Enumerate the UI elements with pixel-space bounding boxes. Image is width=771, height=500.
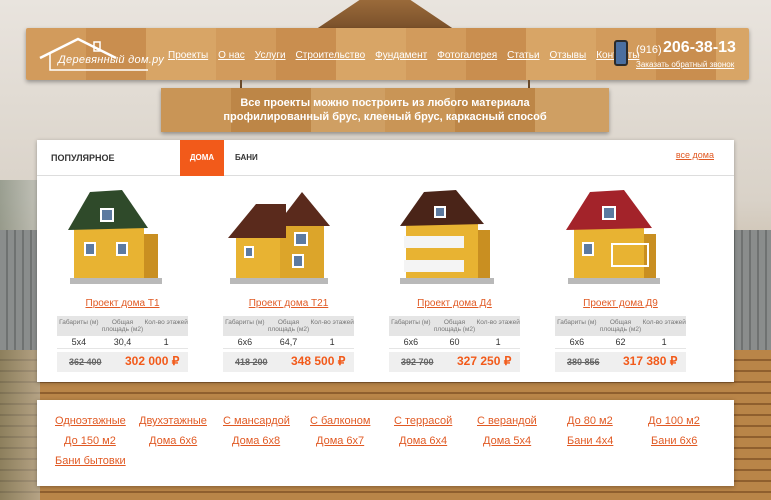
project-card: Проект дома Т21 Габариты (м) Общая площа… [211, 186, 366, 376]
spec-header-size: Габариты (м) [391, 319, 431, 326]
new-price: 302 000 ₽ [125, 354, 180, 368]
site-logo[interactable]: Деревянный дом.ру [38, 36, 164, 74]
project-name-link[interactable]: Проект дома Д4 [377, 298, 532, 309]
house-image[interactable] [558, 186, 668, 291]
price-row: 362 400 302 000 ₽ [57, 352, 188, 372]
tab-houses[interactable]: ДОМА [180, 140, 224, 176]
logo-text: Деревянный дом.ру [58, 54, 164, 66]
popular-heading: ПОПУЛЯРНОЕ [51, 153, 115, 163]
new-price: 348 500 ₽ [291, 354, 346, 368]
filter-link[interactable]: Дома 6x6 [149, 435, 197, 447]
spec-floors: 1 [329, 337, 335, 347]
project-name-link[interactable]: Проект дома Т1 [45, 298, 200, 309]
new-price: 317 380 ₽ [623, 354, 678, 368]
banner-line-1: Все проекты можно построить из любого ма… [240, 97, 530, 109]
spec-floors: 1 [163, 337, 169, 347]
spec-table: Габариты (м) Общая площадь (м2) Кол-во э… [389, 316, 520, 349]
filter-links-panel: Одноэтажные Двухэтажные С мансардой С ба… [37, 400, 734, 486]
filter-link[interactable]: Бани 4x4 [567, 435, 613, 447]
spec-area: 30,4 [113, 337, 132, 347]
tabs-bar: ПОПУЛЯРНОЕ ДОМА БАНИ все дома [37, 140, 734, 176]
banner-line-2: профилированный брус, клееный брус, карк… [223, 111, 547, 123]
filter-link[interactable]: Бани бытовки [55, 455, 126, 467]
filter-link[interactable]: С верандой [477, 415, 537, 427]
filter-link[interactable]: С балконом [310, 415, 370, 427]
spec-header-floors: Кол-во этажей [144, 319, 188, 326]
nav-articles[interactable]: Статьи [507, 50, 539, 61]
project-card: Проект дома Д4 Габариты (м) Общая площад… [377, 186, 532, 376]
tab-baths[interactable]: БАНИ [235, 153, 258, 162]
phone-number[interactable]: 206-38-13 [663, 39, 736, 57]
old-price: 392 700 [401, 357, 434, 367]
spec-table: Габариты (м) Общая площадь (м2) Кол-во э… [555, 316, 686, 349]
spec-area: 60 [449, 337, 460, 347]
spec-header-floors: Кол-во этажей [642, 319, 686, 326]
spec-area: 64,7 [279, 337, 298, 347]
filter-link[interactable]: Дома 6x4 [399, 435, 447, 447]
filter-link[interactable]: До 80 м2 [567, 415, 613, 427]
filter-link[interactable]: До 150 м2 [64, 435, 116, 447]
filter-link[interactable]: Дома 5x4 [483, 435, 531, 447]
price-row: 418 200 348 500 ₽ [223, 352, 354, 372]
filter-link[interactable]: До 100 м2 [648, 415, 700, 427]
house-image[interactable] [226, 186, 336, 291]
spec-header-area: Общая площадь (м2) [267, 319, 310, 333]
spec-table: Габариты (м) Общая площадь (м2) Кол-во э… [223, 316, 354, 349]
all-houses-link[interactable]: все дома [676, 150, 714, 160]
nav-construction[interactable]: Строительство [296, 50, 366, 61]
main-nav: Проекты О нас Услуги Строительство Фунда… [168, 50, 639, 61]
spec-header-floors: Кол-во этажей [310, 319, 354, 326]
filter-link[interactable]: С террасой [394, 415, 452, 427]
nav-gallery[interactable]: Фотогалерея [437, 50, 497, 61]
old-price: 380 856 [567, 357, 600, 367]
spec-floors: 1 [661, 337, 667, 347]
nav-reviews[interactable]: Отзывы [550, 50, 587, 61]
popular-projects-panel: ПОПУЛЯРНОЕ ДОМА БАНИ все дома Проект дом… [37, 140, 734, 382]
new-price: 327 250 ₽ [457, 354, 512, 368]
filter-link[interactable]: Одноэтажные [55, 415, 126, 427]
old-price: 362 400 [69, 357, 102, 367]
filter-link[interactable]: Дома 6x7 [316, 435, 364, 447]
spec-area: 62 [615, 337, 626, 347]
filter-link[interactable]: Бани 6x6 [651, 435, 697, 447]
old-price: 418 200 [235, 357, 268, 367]
filter-link[interactable]: С мансардой [223, 415, 290, 427]
nav-foundation[interactable]: Фундамент [375, 50, 427, 61]
filter-link[interactable]: Дома 6x8 [232, 435, 280, 447]
spec-header-size: Габариты (м) [557, 319, 597, 326]
header-board: Деревянный дом.ру Проекты О нас Услуги С… [26, 28, 749, 80]
nav-about[interactable]: О нас [218, 50, 245, 61]
spec-header-area: Общая площадь (м2) [433, 319, 476, 333]
house-image[interactable] [60, 186, 170, 291]
project-name-link[interactable]: Проект дома Т21 [211, 298, 366, 309]
spec-header-size: Габариты (м) [225, 319, 265, 326]
spec-header-area: Общая площадь (м2) [599, 319, 642, 333]
project-card: Проект дома Д9 Габариты (м) Общая площад… [543, 186, 698, 376]
project-card: Проект дома Т1 Габариты (м) Общая площад… [45, 186, 200, 376]
nav-services[interactable]: Услуги [255, 50, 286, 61]
nav-projects[interactable]: Проекты [168, 50, 208, 61]
house-image[interactable] [392, 186, 502, 291]
phone-code: (916) [636, 44, 662, 56]
project-name-link[interactable]: Проект дома Д9 [543, 298, 698, 309]
spec-header-area: Общая площадь (м2) [101, 319, 144, 333]
price-row: 380 856 317 380 ₽ [555, 352, 686, 372]
spec-size: 6x6 [403, 337, 419, 347]
spec-table: Габариты (м) Общая площадь (м2) Кол-во э… [57, 316, 188, 349]
material-banner: Все проекты можно построить из любого ма… [161, 88, 609, 132]
spec-size: 5x4 [71, 337, 87, 347]
mobile-phone-icon [614, 40, 628, 66]
spec-floors: 1 [495, 337, 501, 347]
price-row: 392 700 327 250 ₽ [389, 352, 520, 372]
spec-size: 6x6 [569, 337, 585, 347]
spec-header-floors: Кол-во этажей [476, 319, 520, 326]
spec-header-size: Габариты (м) [59, 319, 99, 326]
callback-link[interactable]: Заказать обратный звонок [636, 60, 734, 69]
spec-size: 6x6 [237, 337, 253, 347]
filter-link[interactable]: Двухэтажные [139, 415, 207, 427]
